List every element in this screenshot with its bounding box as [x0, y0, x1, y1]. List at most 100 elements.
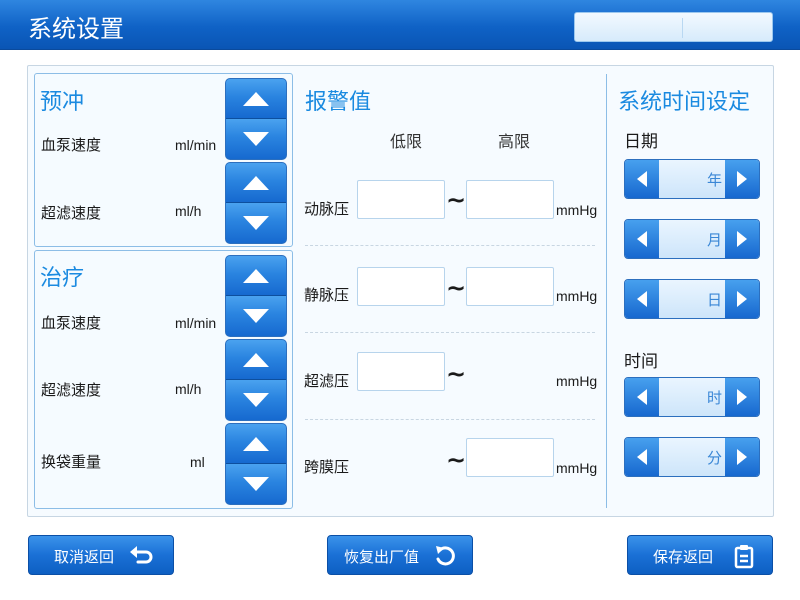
day-unit: 日 [706, 291, 722, 309]
prime-blood-pump-stepper [225, 78, 287, 160]
status-divider [682, 18, 683, 38]
minute-unit: 分 [706, 449, 722, 467]
prime-uf-rate-down-button[interactable] [226, 203, 286, 243]
treatment-uf-rate-label: 超滤速度 [41, 381, 102, 399]
arterial-high-input[interactable] [466, 180, 554, 219]
alarm-title: 报警值 [305, 90, 372, 115]
arrow-left-icon [637, 449, 647, 465]
arterial-pressure-label: 动脉压 [304, 200, 350, 218]
arrow-up-icon [243, 269, 269, 283]
treatment-bag-weight-label: 换袋重量 [41, 453, 102, 471]
day-selector: 日 [624, 279, 760, 319]
time-label: 时间 [624, 352, 658, 372]
hour-prev-button[interactable] [625, 378, 659, 416]
day-prev-button[interactable] [625, 280, 659, 318]
treatment-title: 治疗 [40, 266, 85, 291]
tmp-unit: mmHg [556, 460, 598, 476]
back-arrow-icon [130, 546, 153, 564]
uf-pressure-label: 超滤压 [304, 372, 350, 390]
arrow-right-icon [737, 449, 747, 465]
month-prev-button[interactable] [625, 220, 659, 258]
treatment-uf-rate-down-button[interactable] [226, 380, 286, 420]
prime-blood-pump-down-button[interactable] [226, 119, 286, 159]
venous-low-input[interactable] [357, 267, 445, 306]
year-value: 年 [659, 160, 725, 198]
arrow-right-icon [737, 291, 747, 307]
minute-prev-button[interactable] [625, 438, 659, 476]
arterial-low-input[interactable] [357, 180, 445, 219]
arrow-up-icon [243, 353, 269, 367]
save-document-icon [734, 545, 754, 569]
arrow-up-icon [243, 176, 269, 190]
range-separator: ~ [446, 446, 467, 474]
month-value: 月 [659, 220, 725, 258]
treatment-bag-weight-up-button[interactable] [226, 424, 286, 464]
treatment-blood-pump-stepper [225, 255, 287, 337]
prime-title: 预冲 [40, 90, 85, 115]
year-selector: 年 [624, 159, 760, 199]
arrow-down-icon [243, 309, 269, 323]
cancel-button[interactable]: 取消返回 [28, 535, 174, 575]
date-label: 日期 [624, 132, 658, 152]
prime-uf-rate-unit: ml/h [175, 203, 202, 219]
month-selector: 月 [624, 219, 760, 259]
restore-defaults-button-label: 恢复出厂值 [344, 548, 420, 566]
uf-pressure-low-input[interactable] [357, 352, 445, 391]
alarm-high-header: 高限 [498, 132, 531, 151]
save-button[interactable]: 保存返回 [627, 535, 773, 575]
restore-defaults-button[interactable]: 恢复出厂值 [327, 535, 473, 575]
arrow-right-icon [737, 389, 747, 405]
treatment-blood-pump-label: 血泵速度 [41, 314, 102, 332]
prime-uf-rate-label: 超滤速度 [41, 204, 102, 222]
treatment-blood-pump-up-button[interactable] [226, 256, 286, 296]
treatment-bag-weight-stepper [225, 423, 287, 505]
arrow-left-icon [637, 231, 647, 247]
arrow-left-icon [637, 171, 647, 187]
minute-selector: 分 [624, 437, 760, 477]
treatment-uf-rate-up-button[interactable] [226, 340, 286, 380]
page-title: 系统设置 [28, 15, 124, 43]
treatment-uf-rate-unit: ml/h [175, 381, 202, 397]
arrow-left-icon [637, 291, 647, 307]
treatment-bag-weight-down-button[interactable] [226, 464, 286, 504]
day-next-button[interactable] [725, 280, 759, 318]
arrow-up-icon [243, 92, 269, 106]
alarm-low-header: 低限 [390, 132, 423, 151]
tmp-high-input[interactable] [466, 438, 554, 477]
hour-selector: 时 [624, 377, 760, 417]
datetime-title: 系统时间设定 [618, 90, 751, 115]
row-divider [305, 332, 595, 333]
venous-high-input[interactable] [466, 267, 554, 306]
tmp-label: 跨膜压 [304, 458, 350, 476]
header-bar: 系统设置 [0, 0, 800, 50]
treatment-blood-pump-down-button[interactable] [226, 296, 286, 336]
month-unit: 月 [706, 231, 722, 249]
venous-pressure-label: 静脉压 [304, 286, 350, 304]
venous-pressure-unit: mmHg [556, 288, 598, 304]
range-separator: ~ [446, 360, 467, 388]
minute-value: 分 [659, 438, 725, 476]
status-display [574, 12, 773, 42]
prime-blood-pump-label: 血泵速度 [41, 136, 102, 154]
prime-blood-pump-up-button[interactable] [226, 79, 286, 119]
range-separator: ~ [446, 274, 467, 302]
day-value: 日 [659, 280, 725, 318]
hour-unit: 时 [706, 389, 722, 407]
prime-uf-rate-stepper [225, 162, 287, 244]
section-divider [606, 74, 607, 508]
prime-uf-rate-up-button[interactable] [226, 163, 286, 203]
year-next-button[interactable] [725, 160, 759, 198]
arrow-down-icon [243, 216, 269, 230]
month-next-button[interactable] [725, 220, 759, 258]
save-button-label: 保存返回 [653, 548, 714, 566]
reset-icon [436, 546, 455, 566]
arrow-down-icon [243, 132, 269, 146]
cancel-button-label: 取消返回 [54, 548, 115, 566]
hour-next-button[interactable] [725, 378, 759, 416]
arrow-right-icon [737, 171, 747, 187]
range-separator: ~ [446, 186, 467, 214]
treatment-blood-pump-unit: ml/min [175, 315, 217, 331]
year-prev-button[interactable] [625, 160, 659, 198]
minute-next-button[interactable] [725, 438, 759, 476]
treatment-bag-weight-unit: ml [190, 454, 205, 470]
